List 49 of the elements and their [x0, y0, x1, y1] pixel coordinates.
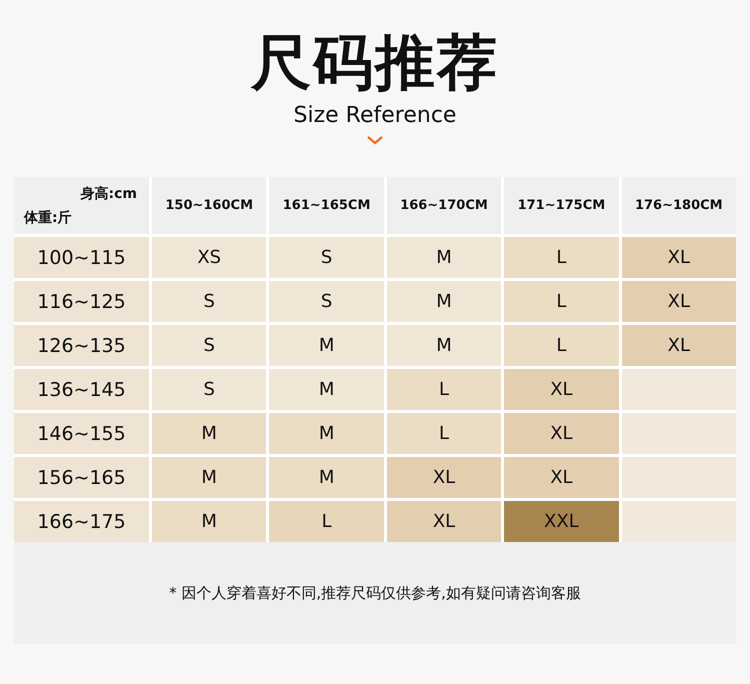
weight-cell: 100~115	[14, 237, 149, 278]
column-header: 161~165CM	[269, 177, 384, 234]
size-cell: XL	[622, 325, 736, 366]
size-cell: M	[152, 413, 266, 454]
size-cell: M	[386, 237, 502, 278]
weight-cell: 126~135	[14, 325, 149, 366]
size-cell: XL	[504, 413, 619, 454]
size-cell: XXL	[504, 501, 619, 542]
size-cell: XL	[622, 281, 736, 322]
weight-cell: 116~125	[14, 281, 149, 322]
size-cell: XL	[386, 457, 502, 498]
note-text: * 因个人穿着喜好不同,推荐尺码仅供参考,如有疑问请咨询客服	[169, 584, 581, 602]
column-header: 176~180CM	[622, 177, 736, 234]
weight-cell: 156~165	[14, 457, 149, 498]
size-cell: S	[152, 369, 266, 410]
size-cell: M	[152, 501, 266, 542]
size-cell: L	[504, 237, 619, 278]
size-cell: M	[269, 325, 384, 366]
size-cell: M	[269, 369, 384, 410]
size-cell: L	[269, 501, 384, 542]
size-cell: L	[504, 281, 619, 322]
weight-cell: 146~155	[14, 413, 149, 454]
column-header: 150~160CM	[152, 177, 266, 234]
size-cell: S	[269, 281, 384, 322]
size-cell: XL	[386, 501, 502, 542]
size-cell: M	[152, 457, 266, 498]
size-cell: L	[504, 325, 619, 366]
size-cell: XS	[152, 237, 266, 278]
column-header: 171~175CM	[504, 177, 619, 234]
size-cell: M	[386, 325, 502, 366]
size-cell: L	[386, 369, 502, 410]
weight-label: 体重:斤	[24, 209, 72, 227]
size-cell: S	[269, 237, 384, 278]
size-cell: XL	[504, 457, 619, 498]
size-cell: XL	[504, 369, 619, 410]
weight-cell: 136~145	[14, 369, 149, 410]
page-title: 尺码推荐	[251, 27, 499, 100]
size-cell: M	[269, 457, 384, 498]
size-cell: L	[386, 413, 502, 454]
page-subtitle: Size Reference	[294, 102, 456, 130]
size-cell: M	[269, 413, 384, 454]
weight-cell: 166~175	[14, 501, 149, 542]
size-cell: S	[152, 325, 266, 366]
chevron-down-icon	[367, 136, 383, 145]
height-label: 身高:cm	[80, 185, 137, 203]
column-header: 166~170CM	[386, 177, 502, 234]
size-cell: M	[386, 281, 502, 322]
size-cell: XL	[622, 237, 736, 278]
size-cell: S	[152, 281, 266, 322]
